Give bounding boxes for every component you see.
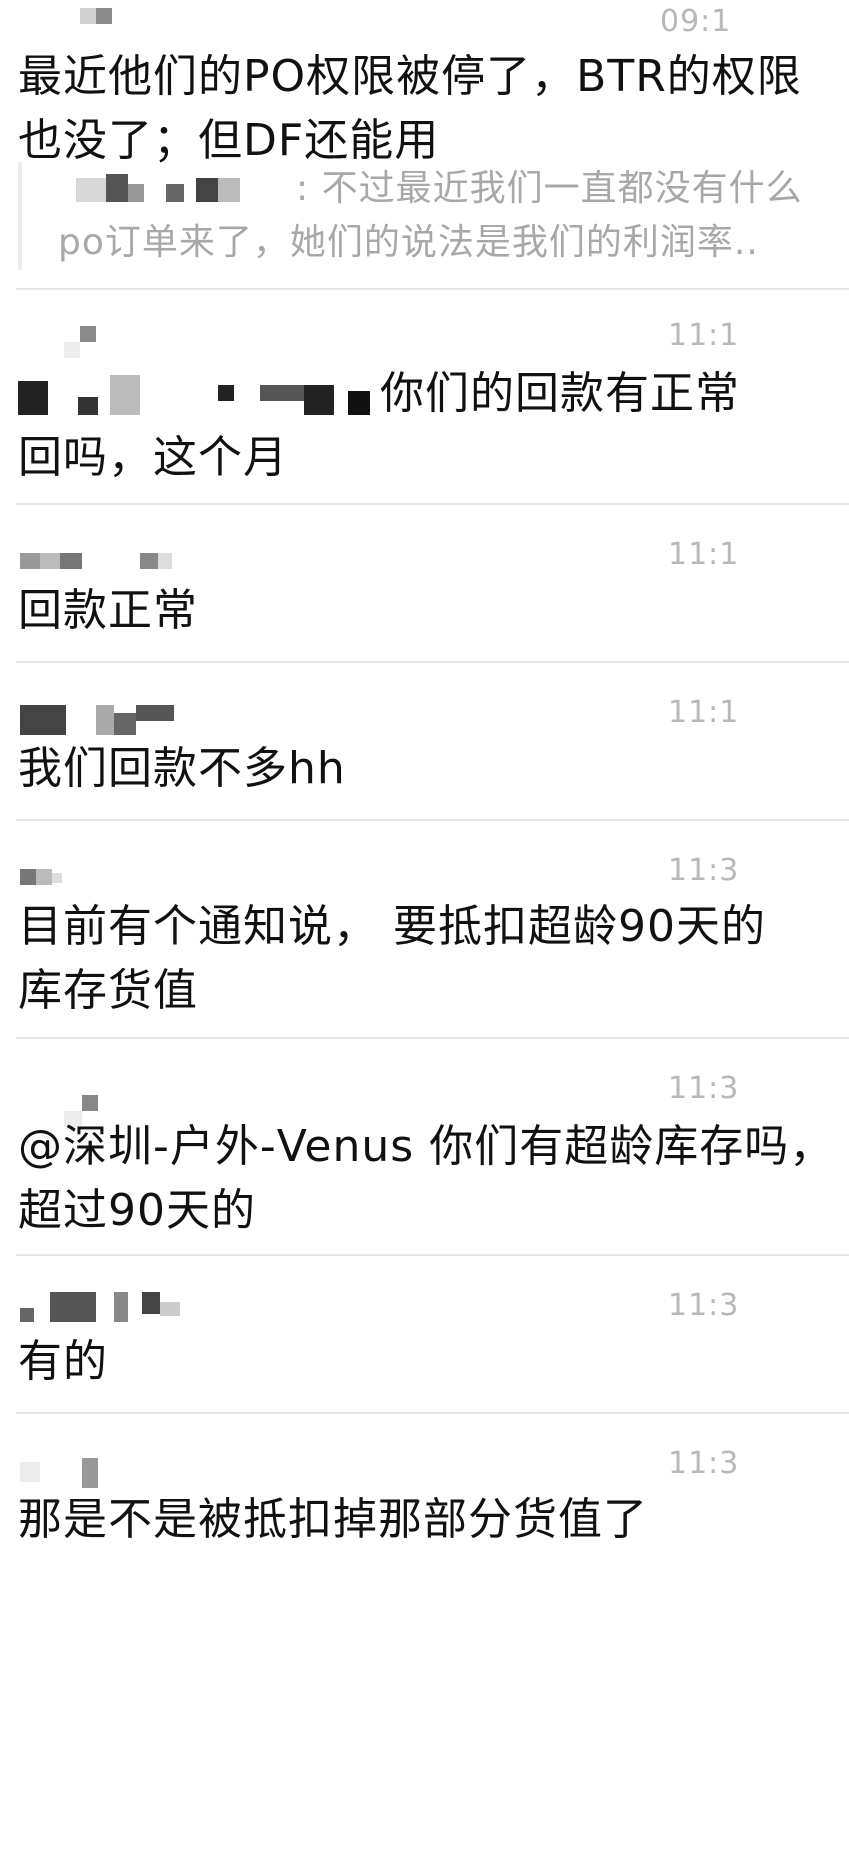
quoted-separator: : bbox=[296, 168, 310, 209]
message-line: 那是不是被抵扣掉那部分货值了 bbox=[18, 1494, 648, 1545]
message-time: 09:1 bbox=[660, 4, 732, 39]
message-line: 回吗，这个月 bbox=[18, 432, 288, 483]
chat-message[interactable]: 11:3 那是不是被抵扣掉那部分货值了 bbox=[0, 1414, 849, 1574]
message-line: @深圳-户外-Venus 你们有超龄库存吗， bbox=[18, 1121, 835, 1172]
quote-line: 不过最近我们一直都没有什么 bbox=[321, 168, 803, 209]
message-text[interactable]: @深圳-户外-Venus 你们有超龄库存吗， 超过90天的 bbox=[18, 1115, 849, 1243]
chat-message[interactable]: 11:3 目前有个通知说， 要抵扣超龄90天的 库存货值 bbox=[0, 821, 849, 1039]
message-line: 最近他们的PO权限被停了，BTR的权限 bbox=[18, 51, 802, 102]
message-text[interactable]: 我们回款不多hh bbox=[18, 737, 849, 801]
message-line: 库存货值 bbox=[18, 965, 198, 1016]
message-time: 11:3 bbox=[668, 1288, 740, 1323]
chat-message[interactable]: 11:3 有的 bbox=[0, 1256, 849, 1414]
message-text[interactable]: 最近他们的PO权限被停了，BTR的权限 也没了；但DF还能用 bbox=[18, 45, 849, 173]
chat-message[interactable]: 11:1 我们回款不多hh bbox=[0, 663, 849, 821]
message-time: 11:1 bbox=[668, 695, 740, 730]
message-line: 目前有个通知说， 要抵扣超龄90天的 bbox=[18, 901, 766, 952]
quoted-sender-redacted bbox=[46, 170, 296, 210]
message-text[interactable]: 那是不是被抵扣掉那部分货值了 bbox=[18, 1488, 849, 1552]
message-text[interactable]: 你们的回款有正常 回吗，这个月 bbox=[18, 362, 849, 490]
message-time: 11:1 bbox=[668, 318, 740, 353]
chat-history: 09:1 最近他们的PO权限被停了，BTR的权限 也没了；但DF还能用 : 不过… bbox=[0, 0, 849, 1860]
message-time: 11:3 bbox=[668, 853, 740, 888]
quoted-message[interactable]: : 不过最近我们一直都没有什么 po订单来了，她们的说法是我们的利润率.. bbox=[18, 162, 849, 270]
message-line: 回款正常 bbox=[18, 585, 198, 636]
mention-redacted bbox=[18, 371, 380, 421]
chat-message[interactable]: 11:3 @深圳-户外-Venus 你们有超龄库存吗， 超过90天的 bbox=[0, 1039, 849, 1255]
quote-line: po订单来了，她们的说法是我们的利润率.. bbox=[58, 222, 759, 263]
message-text[interactable]: 目前有个通知说， 要抵扣超龄90天的 库存货值 bbox=[18, 895, 849, 1023]
message-line: 超过90天的 bbox=[18, 1185, 256, 1236]
chat-message[interactable]: 11:1 回款正常 bbox=[0, 505, 849, 663]
message-time: 11:3 bbox=[668, 1071, 740, 1106]
chat-message[interactable]: 09:1 最近他们的PO权限被停了，BTR的权限 也没了；但DF还能用 : 不过… bbox=[0, 0, 849, 290]
message-line: 我们回款不多hh bbox=[18, 743, 346, 794]
message-text[interactable]: 回款正常 bbox=[18, 579, 849, 643]
message-line: 你们的回款有正常 bbox=[380, 368, 740, 419]
message-time: 11:1 bbox=[668, 537, 740, 572]
message-time: 11:3 bbox=[668, 1446, 740, 1481]
chat-message[interactable]: 11:1 你们的回款有正常 回吗，这个月 bbox=[0, 300, 849, 505]
message-line: 有的 bbox=[18, 1336, 108, 1387]
message-divider bbox=[16, 288, 849, 290]
message-text[interactable]: 有的 bbox=[18, 1330, 849, 1394]
